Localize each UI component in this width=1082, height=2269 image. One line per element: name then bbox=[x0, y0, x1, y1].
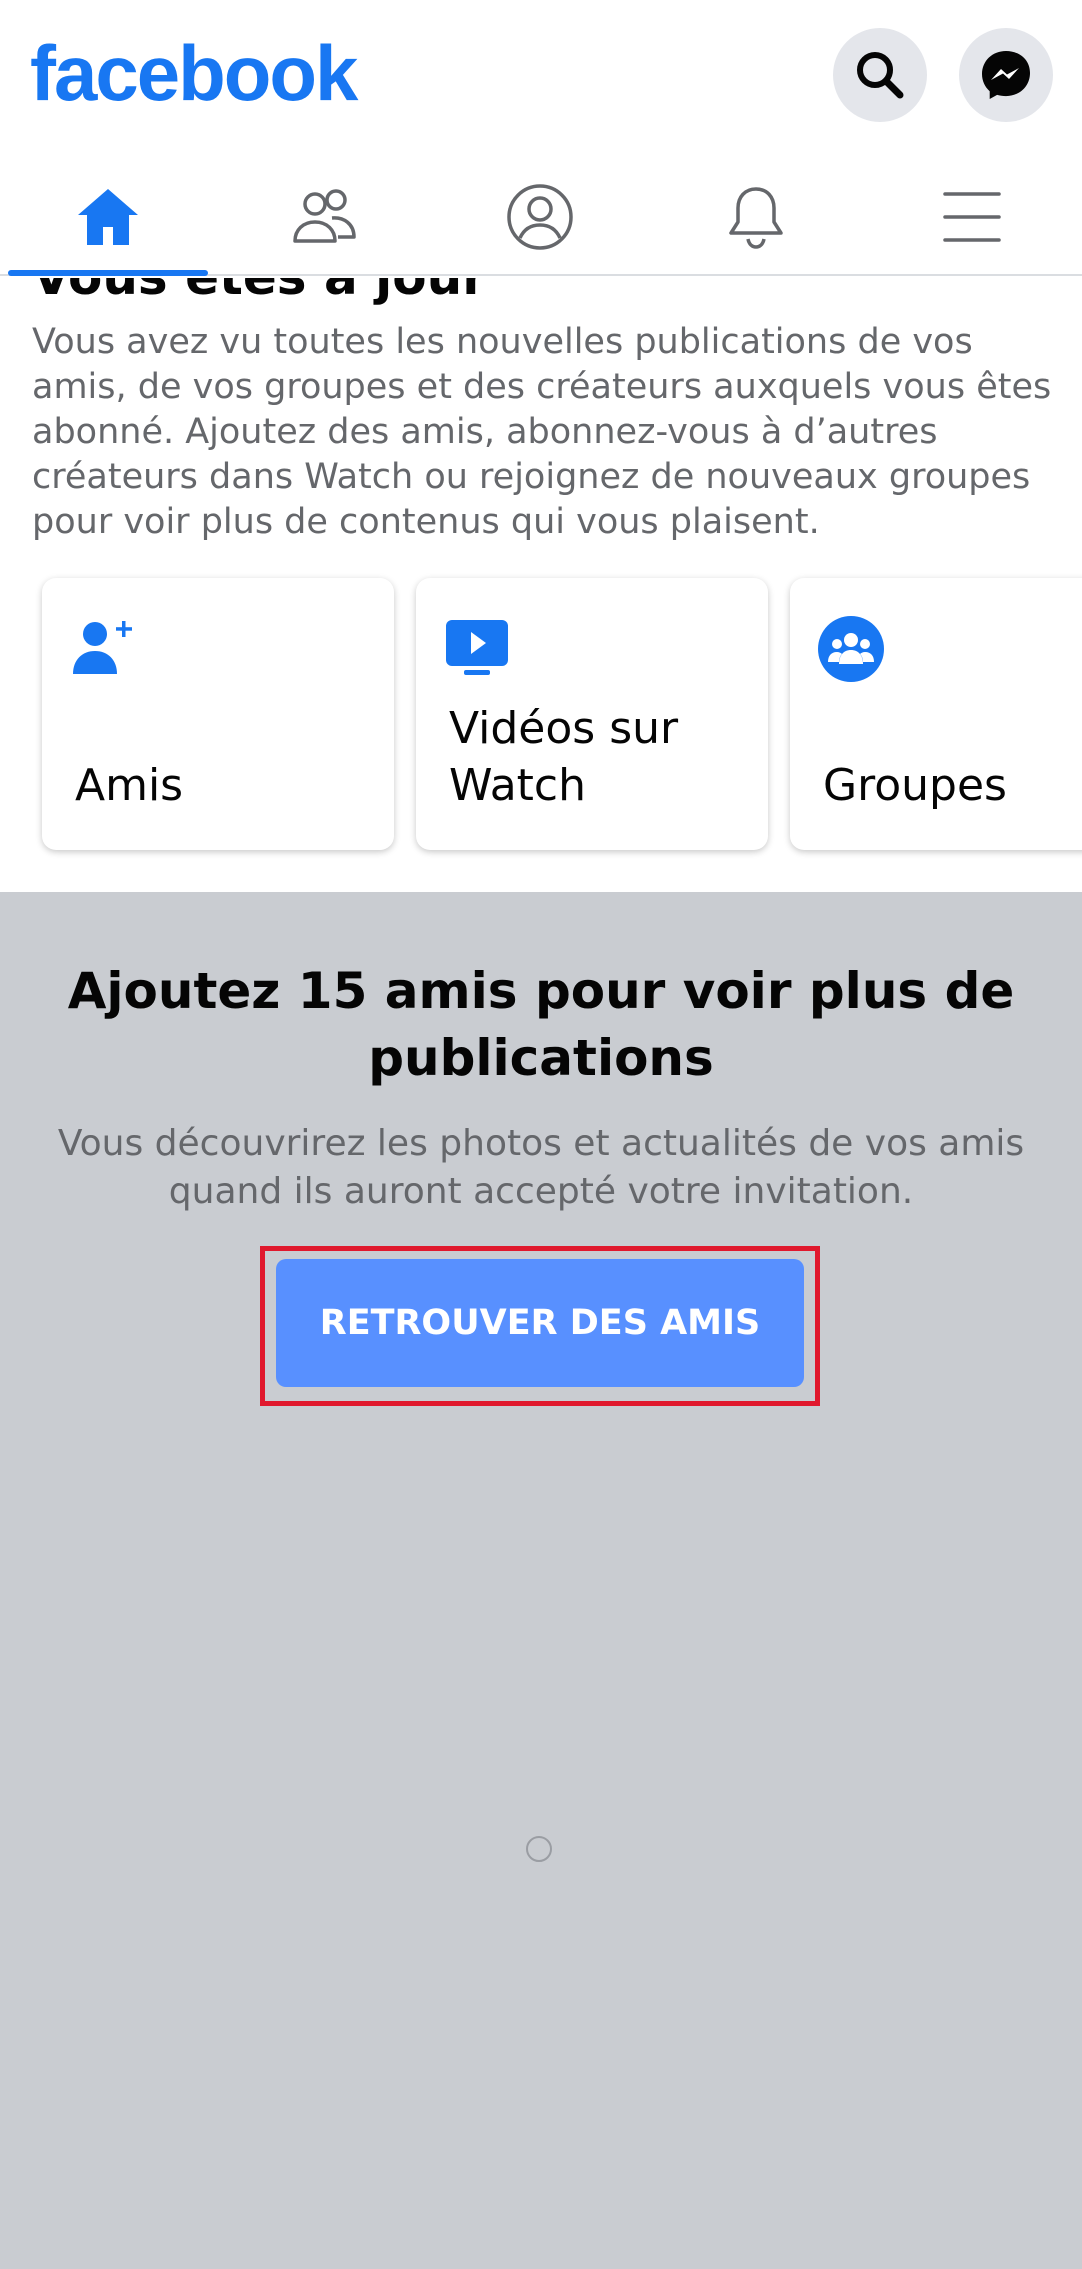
feed-end-section: Vous êtes à jour Vous avez vu toutes les… bbox=[0, 278, 1082, 892]
feed-end-title: Vous êtes à jour bbox=[32, 278, 487, 306]
card-label: Groupes bbox=[823, 760, 1007, 811]
card-groups[interactable]: Groupes bbox=[790, 578, 1082, 850]
watch-video-icon bbox=[446, 620, 508, 675]
tab-menu[interactable] bbox=[864, 160, 1080, 274]
card-friends[interactable]: Amis bbox=[42, 578, 394, 850]
tab-profile[interactable] bbox=[432, 160, 648, 274]
tab-home[interactable] bbox=[0, 160, 216, 276]
tab-friends[interactable] bbox=[216, 160, 432, 274]
loading-spinner bbox=[526, 1836, 552, 1862]
hamburger-icon bbox=[943, 192, 1001, 242]
home-icon bbox=[78, 189, 138, 245]
groups-icon bbox=[818, 616, 884, 682]
feed-end-text: Vous avez vu toutes les nouvelles public… bbox=[32, 322, 1052, 542]
search-icon bbox=[857, 52, 904, 99]
add-friends-section: Ajoutez 15 amis pour voir plus de public… bbox=[0, 892, 1082, 2269]
profile-icon bbox=[507, 184, 573, 250]
navigation-tab-bar bbox=[0, 160, 1082, 276]
messenger-button[interactable] bbox=[959, 28, 1053, 122]
card-label: Vidéos sur Watch bbox=[449, 703, 679, 811]
add-friends-description: Vous découvrirez les photos et actualité… bbox=[57, 1123, 1025, 1212]
messenger-icon bbox=[982, 51, 1030, 99]
friends-icon bbox=[293, 189, 356, 243]
add-friend-icon bbox=[73, 621, 132, 674]
facebook-logo[interactable]: facebook bbox=[30, 34, 358, 112]
tab-notifications[interactable] bbox=[648, 160, 864, 274]
suggestion-cards: Amis Vidéos sur Watch Groupes bbox=[42, 578, 1082, 850]
top-header: facebook bbox=[0, 0, 1082, 160]
card-watch[interactable]: Vidéos sur Watch bbox=[416, 578, 768, 850]
bell-icon bbox=[729, 187, 783, 249]
search-button[interactable] bbox=[833, 28, 927, 122]
find-friends-button[interactable]: RETROUVER DES AMIS bbox=[276, 1259, 804, 1387]
card-label: Amis bbox=[75, 760, 184, 811]
add-friends-title: Ajoutez 15 amis pour voir plus de public… bbox=[67, 962, 1015, 1087]
